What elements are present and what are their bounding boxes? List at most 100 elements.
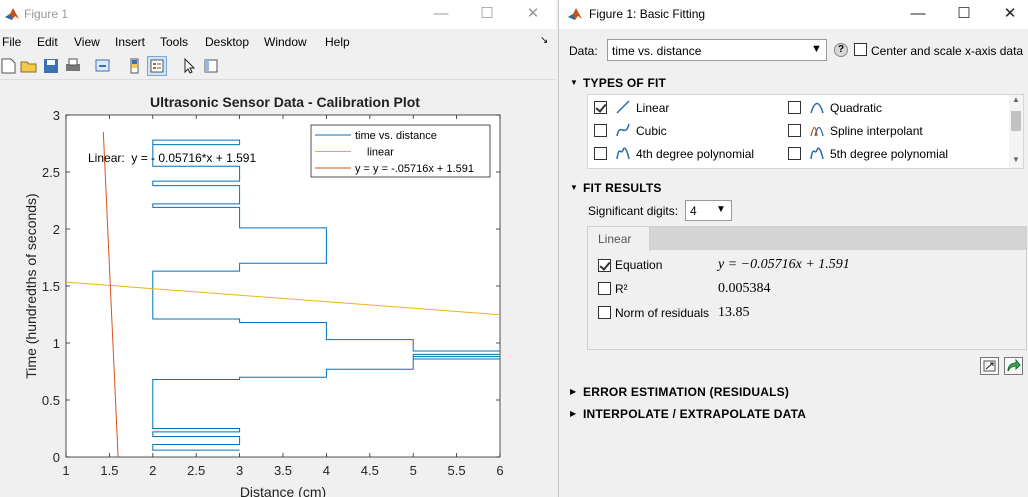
sig-digits-select[interactable]: 4 ▼ xyxy=(685,200,732,221)
legend-icon[interactable] xyxy=(147,56,167,76)
fit-label-cubic: Cubic xyxy=(636,124,667,138)
fit-label-linear: Linear xyxy=(636,101,670,115)
y-tick-label: 0.5 xyxy=(42,393,60,408)
figure-canvas: 1 1.5 2 2.5 3 3.5 4 4.5 5 5.5 6 0 0.5 1 1.5 2 2.5 3 Ultra… xyxy=(0,82,556,497)
fit-results-header[interactable]: FIT RESULTS xyxy=(583,181,662,195)
r-squared-checkbox[interactable] xyxy=(598,282,611,295)
property-editor-icon[interactable] xyxy=(202,57,220,75)
x-tick-label: 5 xyxy=(410,463,417,478)
fit-label-quadratic: Quadratic xyxy=(830,101,883,115)
tab-linear[interactable]: Linear xyxy=(588,227,650,251)
minimize-icon[interactable]: — xyxy=(895,0,941,29)
menu-file[interactable]: File xyxy=(2,35,21,49)
y-tick-label: 2.5 xyxy=(42,165,60,180)
poly-icon xyxy=(616,147,630,160)
expand-arrow-icon[interactable]: ▶ xyxy=(570,387,576,396)
x-tick-label: 2.5 xyxy=(187,463,205,478)
figure-toolbar xyxy=(0,54,556,80)
sig-digits-value: 4 xyxy=(690,204,697,218)
center-scale-checkbox[interactable] xyxy=(854,43,867,56)
x-tick-label: 4 xyxy=(323,463,330,478)
x-tick-label: 4.5 xyxy=(361,463,379,478)
parabola-icon xyxy=(810,102,824,114)
fit-annotation: Linear: y = - 0.05716*x + 1.591 xyxy=(88,151,256,165)
fit-checkbox-4th-degree[interactable] xyxy=(594,147,607,160)
matlab-logo-icon xyxy=(568,8,582,20)
x-tick-label: 3.5 xyxy=(274,463,292,478)
fit-checkbox-cubic[interactable] xyxy=(594,124,607,137)
maximize-icon[interactable]: ☐ xyxy=(464,0,510,29)
interpolate-header[interactable]: INTERPOLATE / EXTRAPOLATE DATA xyxy=(583,407,806,421)
maximize-icon[interactable]: ☐ xyxy=(941,0,987,29)
menu-help[interactable]: Help xyxy=(325,35,350,49)
line-icon xyxy=(616,100,630,114)
scroll-down-icon[interactable]: ▼ xyxy=(1012,155,1020,164)
matlab-logo-icon xyxy=(5,8,19,20)
error-estimation-header[interactable]: ERROR ESTIMATION (RESIDUALS) xyxy=(583,385,789,399)
x-tick-label: 5.5 xyxy=(448,463,466,478)
pointer-icon[interactable] xyxy=(180,57,198,75)
menu-desktop[interactable]: Desktop xyxy=(205,35,249,49)
norm-residuals-checkbox[interactable] xyxy=(598,306,611,319)
fit-checkbox-spline[interactable] xyxy=(788,124,801,137)
fit-checkbox-linear[interactable] xyxy=(594,101,607,114)
open-icon[interactable] xyxy=(20,57,38,75)
colorbar-icon[interactable] xyxy=(126,57,144,75)
x-tick-label: 1 xyxy=(62,463,69,478)
close-icon[interactable]: ✕ xyxy=(510,0,556,29)
menu-tools[interactable]: Tools xyxy=(160,35,188,49)
expand-icon[interactable] xyxy=(980,357,999,375)
link-icon[interactable] xyxy=(94,57,112,75)
fit-label-4th-degree: 4th degree polynomial xyxy=(636,147,755,161)
menu-window[interactable]: Window xyxy=(264,35,307,49)
new-figure-icon[interactable] xyxy=(0,57,18,75)
minimize-icon[interactable]: — xyxy=(418,0,464,29)
basic-fitting-window: Figure 1: Basic Fitting — ☐ ✕ Data: time… xyxy=(558,0,1028,497)
menu-edit[interactable]: Edit xyxy=(37,35,58,49)
chevron-down-icon: ▼ xyxy=(716,204,726,215)
calibration-plot: 1 1.5 2 2.5 3 3.5 4 4.5 5 5.5 6 0 0.5 1 1.5 2 2.5 3 Ultra… xyxy=(23,94,504,497)
basic-fitting-titlebar: Figure 1: Basic Fitting — ☐ ✕ xyxy=(559,0,1028,29)
y-tick-label: 3 xyxy=(53,108,60,123)
data-select[interactable]: time vs. distance ▼ xyxy=(607,39,827,61)
collapse-arrow-icon[interactable]: ▼ xyxy=(570,183,578,192)
figure-title: Figure 1 xyxy=(24,7,69,21)
close-icon[interactable]: ✕ xyxy=(987,0,1028,29)
dock-arrow-icon[interactable]: ↘ xyxy=(540,35,548,46)
equation-label: Equation xyxy=(615,258,663,272)
figure-menubar: File Edit View Insert Tools Desktop Wind… xyxy=(0,32,556,52)
scroll-up-icon[interactable]: ▲ xyxy=(1012,95,1020,104)
types-scrollbar[interactable]: ▲ ▼ xyxy=(1009,95,1023,168)
data-label: Data: xyxy=(569,44,598,58)
center-scale-label: Center and scale x-axis data xyxy=(871,44,1024,58)
fit-checkbox-partial[interactable] xyxy=(594,168,607,169)
expand-arrow-icon[interactable]: ▶ xyxy=(570,409,576,418)
chart-title: Ultrasonic Sensor Data - Calibration Plo… xyxy=(150,94,420,110)
fit-checkbox-partial[interactable] xyxy=(788,168,801,169)
export-icon[interactable] xyxy=(1004,357,1023,375)
norm-residuals-label: Norm of residuals xyxy=(615,306,710,320)
cubic-icon xyxy=(616,123,630,137)
legend[interactable]: time vs. distance linear y = y = -.05716x … xyxy=(310,124,491,178)
y-tick-label: 2 xyxy=(53,222,60,237)
fit-checkbox-quadratic[interactable] xyxy=(788,101,801,114)
y-tick-label: 1.5 xyxy=(42,279,60,294)
fit-results-panel: Linear Equation y = −0.05716x + 1.591 R²… xyxy=(587,226,1027,350)
r-squared-value: 0.005384 xyxy=(718,281,771,296)
fit-checkbox-5th-degree[interactable] xyxy=(788,147,801,160)
fit-label-spline: Spline interpolant xyxy=(830,124,923,138)
save-icon[interactable] xyxy=(42,57,60,75)
y-axis-label: Time (hundredths of seconds) xyxy=(23,193,39,378)
menu-view[interactable]: View xyxy=(74,35,100,49)
scrollbar-thumb[interactable] xyxy=(1011,111,1021,131)
equation-checkbox[interactable] xyxy=(598,259,611,272)
print-icon[interactable] xyxy=(64,57,82,75)
menu-insert[interactable]: Insert xyxy=(115,35,145,49)
collapse-arrow-icon[interactable]: ▼ xyxy=(570,78,578,87)
x-tick-label: 1.5 xyxy=(100,463,118,478)
poly-icon xyxy=(810,147,824,160)
x-axis-label: Distance (cm) xyxy=(240,484,326,497)
types-of-fit-header[interactable]: TYPES OF FIT xyxy=(583,76,666,90)
help-icon[interactable]: ? xyxy=(834,43,848,57)
x-tick-label: 2 xyxy=(149,463,156,478)
